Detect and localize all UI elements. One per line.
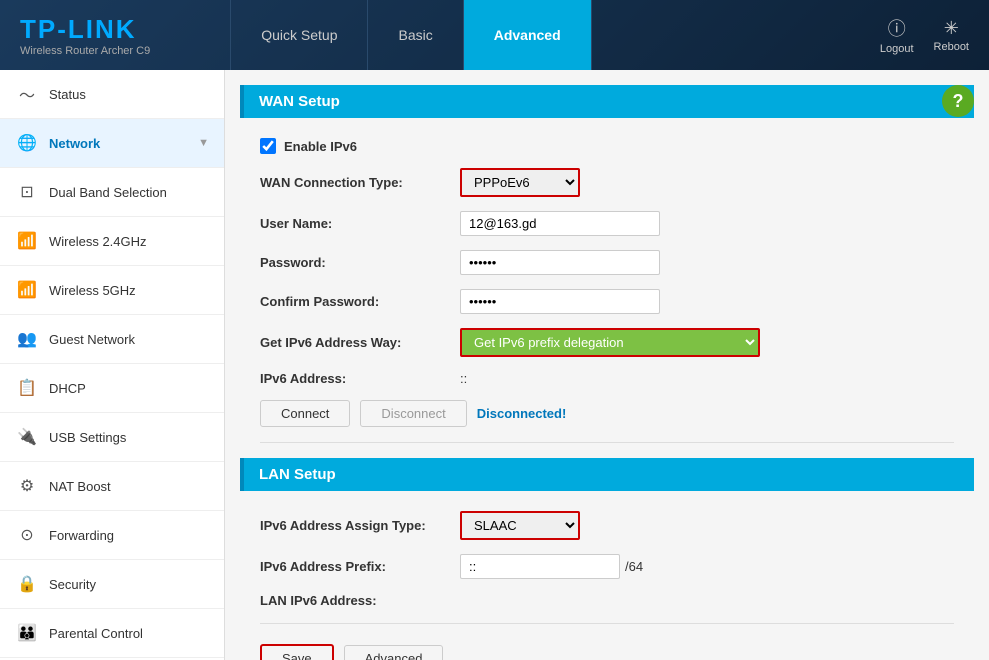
logo-area: TP-LINK Wireless Router Archer C9 [20, 14, 150, 57]
sidebar-item-dual-band[interactable]: ⊡ Dual Band Selection [0, 168, 224, 217]
usb-icon: 🔌 [15, 425, 39, 449]
get-ipv6-label: Get IPv6 Address Way: [260, 335, 460, 350]
ipv6-address-label: IPv6 Address: [260, 371, 460, 386]
enable-ipv6-checkbox[interactable] [260, 138, 276, 154]
logout-label: Logout [880, 43, 914, 55]
help-button[interactable]: ? [942, 85, 974, 117]
logo-subtitle: Wireless Router Archer C9 [20, 45, 150, 57]
username-input[interactable] [460, 211, 660, 236]
header: TP-LINK Wireless Router Archer C9 Quick … [0, 0, 989, 70]
sidebar-item-security[interactable]: 🔒 Security [0, 560, 224, 609]
bottom-button-group: Save Advanced [240, 644, 974, 660]
password-group: Password: [240, 250, 974, 275]
username-group: User Name: [240, 211, 974, 236]
sidebar-item-dhcp[interactable]: 📋 DHCP [0, 364, 224, 413]
security-icon: 🔒 [15, 572, 39, 596]
parental-icon: 👪 [15, 621, 39, 645]
sidebar-label-nat: NAT Boost [49, 479, 111, 494]
wan-connection-type-group: WAN Connection Type: PPPoEv6 DHCPv6 Stat… [240, 168, 974, 197]
tab-basic[interactable]: Basic [368, 0, 463, 70]
get-ipv6-select[interactable]: Get IPv6 prefix delegation Use IP addres… [460, 328, 760, 357]
logo: TP-LINK [20, 14, 150, 45]
wireless-24-icon: 📶 [15, 229, 39, 253]
forwarding-icon: ⊙ [15, 523, 39, 547]
disconnected-status: Disconnected! [477, 406, 567, 421]
assign-type-select[interactable]: SLAAC DHCPv6 Disabled [460, 511, 580, 540]
sidebar-item-guest-network[interactable]: 👥 Guest Network [0, 315, 224, 364]
assign-type-group: IPv6 Address Assign Type: SLAAC DHCPv6 D… [240, 511, 974, 540]
sidebar-item-forwarding[interactable]: ⊙ Forwarding [0, 511, 224, 560]
sidebar-item-usb-settings[interactable]: 🔌 USB Settings [0, 413, 224, 462]
sidebar-label-wireless-5: Wireless 5GHz [49, 283, 136, 298]
reboot-icon: ✳ [944, 18, 959, 39]
sidebar-label-dual-band: Dual Band Selection [49, 185, 167, 200]
ipv6-prefix-input[interactable] [460, 554, 620, 579]
network-icon: 🌐 [15, 131, 39, 155]
sidebar-label-dhcp: DHCP [49, 381, 86, 396]
dual-band-icon: ⊡ [15, 180, 39, 204]
confirm-password-input[interactable] [460, 289, 660, 314]
main-layout: 〜 Status 🌐 Network ▼ ⊡ Dual Band Selecti… [0, 70, 989, 660]
confirm-password-label: Confirm Password: [260, 294, 460, 309]
connect-button[interactable]: Connect [260, 400, 350, 427]
bottom-divider [260, 623, 954, 624]
tab-advanced[interactable]: Advanced [464, 0, 592, 70]
ipv6-address-value: :: [460, 371, 467, 386]
disconnect-button[interactable]: Disconnect [360, 400, 466, 427]
lan-ipv6-label: LAN IPv6 Address: [260, 593, 460, 608]
sidebar-label-guest-network: Guest Network [49, 332, 135, 347]
sidebar-item-status[interactable]: 〜 Status [0, 70, 224, 119]
reboot-button[interactable]: ✳ Reboot [934, 18, 969, 53]
sidebar-label-usb: USB Settings [49, 430, 126, 445]
sidebar-item-nat-boost[interactable]: ⚙ NAT Boost [0, 462, 224, 511]
confirm-password-group: Confirm Password: [240, 289, 974, 314]
ipv6-prefix-group: IPv6 Address Prefix: /64 [240, 554, 974, 579]
password-input[interactable] [460, 250, 660, 275]
sidebar-item-parental-control[interactable]: 👪 Parental Control [0, 609, 224, 658]
advanced-button[interactable]: Advanced [344, 645, 444, 660]
status-icon: 〜 [15, 82, 39, 106]
connect-button-group: Connect Disconnect Disconnected! [240, 400, 974, 427]
enable-ipv6-label: Enable IPv6 [284, 139, 357, 154]
wan-connection-type-select[interactable]: PPPoEv6 DHCPv6 Static IPv6 [460, 168, 580, 197]
get-ipv6-group: Get IPv6 Address Way: Get IPv6 prefix de… [240, 328, 974, 357]
ipv6-prefix-label: IPv6 Address Prefix: [260, 559, 460, 574]
chevron-down-icon: ▼ [198, 137, 209, 149]
wireless-5-icon: 📶 [15, 278, 39, 302]
password-label: Password: [260, 255, 460, 270]
assign-type-label: IPv6 Address Assign Type: [260, 518, 460, 533]
save-button[interactable]: Save [260, 644, 334, 660]
sidebar-label-status: Status [49, 87, 86, 102]
reboot-label: Reboot [934, 41, 969, 53]
ipv6-address-group: IPv6 Address: :: [240, 371, 974, 386]
lan-ipv6-group: LAN IPv6 Address: [240, 593, 974, 608]
sidebar-item-wireless-5[interactable]: 📶 Wireless 5GHz [0, 266, 224, 315]
tab-quick-setup[interactable]: Quick Setup [230, 0, 368, 70]
nav-tabs: Quick Setup Basic Advanced [230, 0, 591, 70]
content-area: ? WAN Setup Enable IPv6 WAN Connection T… [225, 70, 989, 660]
sidebar: 〜 Status 🌐 Network ▼ ⊡ Dual Band Selecti… [0, 70, 225, 660]
lan-setup-header: LAN Setup [240, 458, 974, 491]
sidebar-item-wireless-24[interactable]: 📶 Wireless 2.4GHz [0, 217, 224, 266]
logout-icon: ⓘ [888, 15, 906, 41]
prefix-suffix: /64 [625, 559, 643, 574]
sidebar-label-security: Security [49, 577, 96, 592]
wan-connection-type-label: WAN Connection Type: [260, 175, 460, 190]
sidebar-label-parental: Parental Control [49, 626, 143, 641]
sidebar-label-forwarding: Forwarding [49, 528, 114, 543]
guest-network-icon: 👥 [15, 327, 39, 351]
wan-setup-header: WAN Setup [240, 85, 974, 118]
logout-button[interactable]: ⓘ Logout [880, 15, 914, 55]
sidebar-item-network[interactable]: 🌐 Network ▼ [0, 119, 224, 168]
enable-ipv6-group: Enable IPv6 [240, 138, 974, 154]
sidebar-label-network: Network [49, 136, 100, 151]
header-actions: ⓘ Logout ✳ Reboot [880, 15, 969, 55]
nat-icon: ⚙ [15, 474, 39, 498]
section-divider [260, 442, 954, 443]
sidebar-label-wireless-24: Wireless 2.4GHz [49, 234, 147, 249]
username-label: User Name: [260, 216, 460, 231]
dhcp-icon: 📋 [15, 376, 39, 400]
